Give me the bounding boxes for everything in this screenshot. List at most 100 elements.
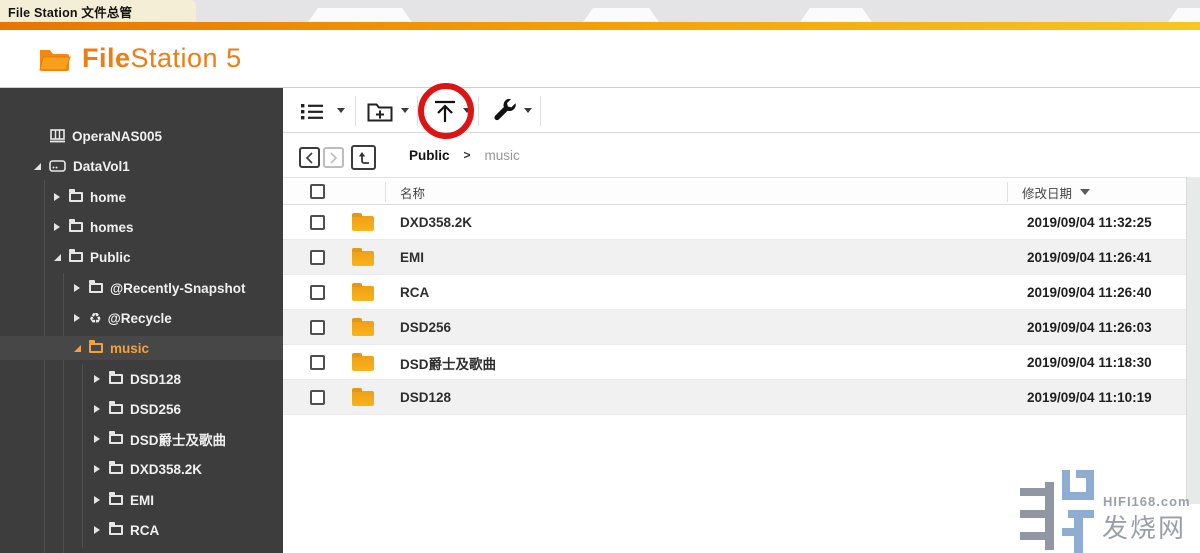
hifi168-logo-icon	[1020, 470, 1094, 553]
taskbar-tab-filestation[interactable]: File Station 文件总管	[0, 0, 196, 22]
view-mode-dropdown-caret[interactable]	[337, 108, 345, 113]
upload-button[interactable]	[433, 99, 457, 123]
column-header-modified[interactable]: 修改日期	[1022, 178, 1091, 206]
expand-toggle-icon[interactable]	[74, 314, 89, 322]
folder-icon	[352, 388, 374, 406]
row-checkbox[interactable]	[310, 320, 325, 335]
breadcrumb-music[interactable]: music	[485, 148, 520, 163]
tree-label: DSD128	[130, 371, 182, 387]
file-modified-date: 2019/09/04 11:10:19	[1027, 390, 1152, 405]
app-title: FileStation 5	[82, 43, 242, 74]
sort-desc-icon	[1080, 189, 1091, 195]
folder-icon	[109, 431, 123, 444]
sidebar-item-recycle[interactable]: ♻ @Recycle	[0, 306, 283, 330]
file-name[interactable]: DSD128	[400, 380, 451, 415]
expand-toggle-icon[interactable]	[94, 375, 109, 383]
file-row-rca[interactable]: RCA 2019/09/04 11:26:40	[283, 275, 1200, 310]
column-divider[interactable]	[385, 182, 386, 202]
taskbar-tab[interactable]	[800, 8, 872, 22]
folder-icon	[352, 248, 374, 266]
column-header-name-label: 名称	[400, 186, 426, 201]
row-checkbox[interactable]	[310, 250, 325, 265]
upload-dropdown-caret[interactable]	[463, 108, 471, 113]
expand-toggle-icon[interactable]	[94, 435, 109, 443]
row-checkbox[interactable]	[310, 390, 325, 405]
sidebar-item-homes[interactable]: homes	[0, 215, 283, 239]
create-folder-dropdown-caret[interactable]	[401, 108, 409, 113]
view-mode-button[interactable]	[301, 99, 323, 123]
tree-label: @Recently-Snapshot	[110, 280, 246, 296]
sidebar-item-rca[interactable]: RCA	[0, 518, 283, 542]
expand-toggle-icon[interactable]	[54, 223, 69, 231]
sidebar-item-dsd-jazz[interactable]: DSD爵士及歌曲	[0, 427, 283, 451]
scrollbar-track[interactable]	[1186, 177, 1200, 504]
folder-icon	[352, 353, 374, 371]
column-header-name[interactable]: 名称	[400, 178, 425, 206]
folder-icon	[109, 461, 123, 474]
sidebar-item-home[interactable]: home	[0, 185, 283, 209]
taskbar-tab[interactable]	[1168, 8, 1200, 22]
row-checkbox[interactable]	[310, 285, 325, 300]
breadcrumb-public[interactable]: Public	[409, 148, 450, 163]
table-header: 名称 修改日期	[283, 177, 1200, 205]
expand-toggle-icon[interactable]	[74, 284, 89, 292]
file-row-dsd128[interactable]: DSD128 2019/09/04 11:10:19	[283, 380, 1200, 415]
taskbar-tab[interactable]	[583, 8, 659, 22]
sidebar-item-dxd358[interactable]: DXD358.2K	[0, 457, 283, 481]
file-row-dsd-jazz[interactable]: DSD爵士及歌曲 2019/09/04 11:18:30	[283, 345, 1200, 380]
file-row-emi[interactable]: EMI 2019/09/04 11:26:41	[283, 240, 1200, 275]
navigation-bar: Public > music	[283, 133, 1200, 177]
sidebar-tree: OperaNAS005 DataVol1 home homes Public @…	[0, 88, 283, 553]
sidebar-item-music[interactable]: music	[0, 336, 283, 360]
toolbar-separator	[355, 96, 356, 126]
file-name[interactable]: RCA	[400, 275, 429, 310]
app-header: FileStation 5	[0, 30, 1200, 88]
expand-toggle-icon[interactable]	[34, 162, 49, 170]
toolbar-separator	[540, 96, 541, 126]
expand-toggle-icon[interactable]	[94, 526, 109, 534]
filestation-logo-folder-icon	[38, 46, 72, 72]
sidebar-item-dsd256[interactable]: DSD256	[0, 397, 283, 421]
file-name[interactable]: EMI	[400, 240, 424, 275]
app-title-rest: Station 5	[130, 43, 242, 73]
taskbar-tab[interactable]	[308, 8, 412, 22]
expand-toggle-icon[interactable]	[74, 344, 89, 352]
tree-label: music	[110, 340, 150, 356]
file-modified-date: 2019/09/04 11:26:40	[1027, 285, 1152, 300]
folder-icon	[109, 522, 123, 535]
file-row-dxd358[interactable]: DXD358.2K 2019/09/04 11:32:25	[283, 205, 1200, 240]
folder-icon	[109, 371, 123, 384]
expand-toggle-icon[interactable]	[54, 253, 69, 261]
select-all-checkbox[interactable]	[310, 184, 325, 199]
folder-icon	[89, 340, 103, 353]
row-checkbox[interactable]	[310, 215, 325, 230]
file-row-dsd256[interactable]: DSD256 2019/09/04 11:26:03	[283, 310, 1200, 345]
create-folder-button[interactable]	[367, 99, 393, 123]
row-checkbox[interactable]	[310, 355, 325, 370]
forward-button[interactable]	[323, 147, 344, 168]
breadcrumb: Public > music	[409, 133, 520, 177]
sidebar-item-dsd128[interactable]: DSD128	[0, 367, 283, 391]
folder-icon	[69, 249, 83, 262]
file-modified-date: 2019/09/04 11:26:41	[1027, 250, 1152, 265]
sidebar-item-public[interactable]: Public	[0, 245, 283, 269]
file-name[interactable]: DSD256	[400, 310, 451, 345]
expand-toggle-icon[interactable]	[94, 405, 109, 413]
sidebar-item-operanas005[interactable]: OperaNAS005	[0, 124, 283, 148]
app-title-bold: File	[82, 43, 131, 73]
file-name[interactable]: DXD358.2K	[400, 205, 472, 240]
tools-dropdown-caret[interactable]	[524, 108, 532, 113]
sidebar-item-emi[interactable]: EMI	[0, 488, 283, 512]
expand-toggle-icon[interactable]	[94, 465, 109, 473]
expand-toggle-icon[interactable]	[54, 193, 69, 201]
go-up-button[interactable]	[351, 145, 376, 170]
tools-wrench-button[interactable]	[493, 99, 518, 123]
sidebar-item-recently-snapshot[interactable]: @Recently-Snapshot	[0, 276, 283, 300]
back-button[interactable]	[299, 147, 320, 168]
file-name[interactable]: DSD爵士及歌曲	[400, 345, 496, 380]
column-divider[interactable]	[1007, 182, 1008, 202]
sidebar-item-datavol1[interactable]: DataVol1	[0, 154, 283, 178]
expand-toggle-icon[interactable]	[94, 496, 109, 504]
hifi168-watermark: HIFI168.com 发烧网	[1018, 466, 1200, 553]
watermark-site-name: 发烧网	[1102, 513, 1187, 543]
